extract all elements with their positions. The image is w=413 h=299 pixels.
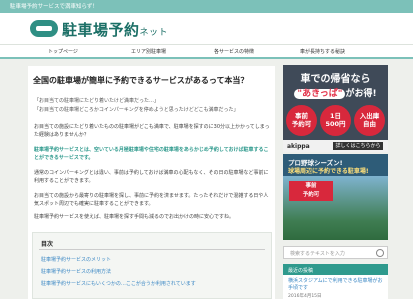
recent-post-link[interactable]: 横浜スタジアムにで利用できる駐車場がお手頃です <box>288 278 386 292</box>
car-logo-icon[interactable] <box>30 20 58 37</box>
recent-posts-widget: 最近の投稿 横浜スタジアムにで利用できる駐車場がお手頃です 2016年4月15日 <box>283 264 388 299</box>
logo-main-text: 駐車場予約 <box>62 21 140 39</box>
nav-item-features[interactable]: 各サービスの特徴 <box>214 48 254 55</box>
ad-headline-2-suffix: がお得! <box>345 89 377 99</box>
ad-badge-price: 1日 500円 <box>320 105 351 136</box>
nav-item-top[interactable]: トップページ <box>48 48 78 55</box>
toc-title: 目次 <box>41 241 54 248</box>
article-paragraph-2: 通常のコインパーキングとは違い、事前は予約しておけば満車の心配もなく、その日の駐… <box>34 170 269 184</box>
article-quote-1: 「お目当ての駐車場にたどり着いたけど満車だった…」 <box>34 98 160 104</box>
ad2-reservation-badge-text: 事前 予約可 <box>302 183 320 198</box>
article-quote-2: 「お目当ての駐車場どころかコインパーキングを停めようと思ったけどどこも満車だった… <box>34 107 239 113</box>
ad-badge-reservation-text: 事前 予約可 <box>291 112 312 128</box>
site-logo[interactable]: 駐車場予約ネット <box>62 19 168 40</box>
baseball-parking-ad[interactable]: プロ野球シーズン! 球場周辺に予約できる駐車場! 事前 予約可 <box>283 154 388 240</box>
logo-sub-text: ネット <box>139 28 169 38</box>
article-paragraph-4: 駐車場予約サービスを使えば、駐車場を探す手間も減るのでお出かけの時に安心ですね。 <box>34 214 235 220</box>
ad-badge-free-entry: 入出庫 自由 <box>354 105 385 136</box>
toc-item-3[interactable]: 駐車場予約サービスにもいくつかの…ここが合うか利用されています <box>41 280 196 287</box>
article-title: 全国の駐車場が簡単に予約できるサービスがあるって本当？ <box>33 76 249 85</box>
main-nav: トップページ エリア別駐車場 各サービスの特徴 車が長持ちする秘訣 <box>0 44 413 59</box>
recent-post-date: 2016年4月15日 <box>288 294 322 299</box>
table-of-contents: 目次 駐車場予約サービスのメリット 駐車場予約サービスの利用方法 駐車場予約サー… <box>32 232 272 299</box>
article-paragraph-3: お目当ての施設から最寄りの駐車場を探し、事前に予約を済ませます。たったそれだけで… <box>34 193 269 207</box>
ad2-line-2: 球場周辺に予約できる駐車場! <box>288 168 369 175</box>
article-highlight: 駐車場予約サービスとは、空いている月極駐車場や住宅の駐車場をあらかじめ予約してお… <box>34 147 269 161</box>
akippa-logo: akippa <box>287 143 310 150</box>
nav-item-tips[interactable]: 車が長持ちする秘訣 <box>300 48 345 55</box>
ad-badge-reservation: 事前 予約可 <box>286 105 317 136</box>
recent-posts-heading: 最近の投稿 <box>283 264 388 275</box>
ad-headline-1: 車での帰省なら <box>300 74 371 85</box>
ad-badge-free-entry-text: 入出庫 自由 <box>359 112 380 128</box>
top-announcement-bar: 駐車場予約サービスで満車知らず！ <box>0 0 413 13</box>
nav-item-area[interactable]: エリア別駐車場 <box>131 48 166 55</box>
search-input[interactable]: 検索するテキストを入力 <box>283 246 388 259</box>
top-announcement-text: 駐車場予約サービスで満車知らず！ <box>10 4 98 10</box>
akippa-banner-ad[interactable]: 車での帰省なら "あきっぱ" がお得! 事前 予約可 1日 500円 入出庫 自由… <box>283 65 388 152</box>
toc-item-1[interactable]: 駐車場予約サービスのメリット <box>41 256 111 263</box>
ad2-reservation-badge: 事前 予約可 <box>289 181 333 201</box>
ad-footer-bar: akippa 詳しくはこちらから <box>283 140 388 152</box>
article-paragraph-1: お目当ての施設にたどり着いたものの駐車場がどこも満車で、駐車場を探すのに30分以… <box>34 124 270 138</box>
toc-item-2[interactable]: 駐車場予約サービスの利用方法 <box>41 268 111 275</box>
ad2-header: プロ野球シーズン! 球場周辺に予約できる駐車場! <box>283 154 388 176</box>
ad-brand-emphasis: "あきっぱ" <box>294 89 346 99</box>
search-placeholder: 検索するテキストを入力 <box>290 251 345 257</box>
ad-badge-price-text: 1日 500円 <box>325 112 346 128</box>
ad-details-button[interactable]: 詳しくはこちらから <box>333 142 383 150</box>
toc-divider <box>39 249 265 250</box>
ad-headline-2: "あきっぱ" がお得! <box>283 86 388 99</box>
search-icon[interactable] <box>376 249 384 257</box>
